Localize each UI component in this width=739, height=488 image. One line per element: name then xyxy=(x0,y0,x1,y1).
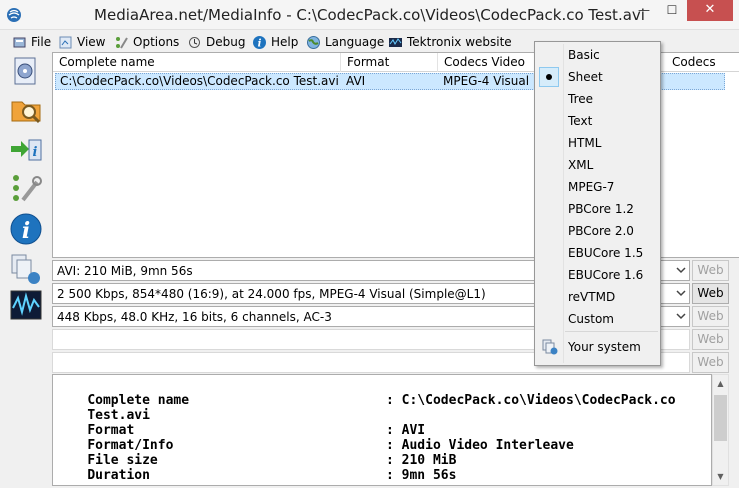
view-option-text[interactable]: Text xyxy=(537,110,658,132)
menu-file-label: File xyxy=(31,35,52,49)
view-option-sheet[interactable]: Sheet xyxy=(537,66,658,88)
video-stream-text: 2 500 Kbps, 854*480 (16:9), at 24.000 fp… xyxy=(57,287,486,301)
title-bar: MediaArea.net/MediaInfo - C:\CodecPack.c… xyxy=(0,0,739,30)
text-web-button[interactable]: Web xyxy=(692,329,729,350)
details-text-view[interactable]: Complete name: C:\CodecPack.co\Videos\Co… xyxy=(52,374,712,486)
left-toolbar: i i xyxy=(6,52,46,488)
system-info-icon[interactable] xyxy=(9,252,43,286)
view-dropdown-menu: Basic Sheet Tree Text HTML XML MPEG-7 PB… xyxy=(534,41,661,366)
menu-separator xyxy=(565,331,658,332)
view-option-ebucore-1-5[interactable]: EBUCore 1.5 xyxy=(537,242,658,264)
view-option-mpeg7[interactable]: MPEG-7 xyxy=(537,176,658,198)
scroll-up-icon[interactable]: ▲ xyxy=(713,375,728,392)
menu-debug-label: Debug xyxy=(206,35,246,49)
scroll-down-icon[interactable]: ▼ xyxy=(713,468,728,485)
preferences-icon[interactable] xyxy=(9,172,43,206)
detail-value: : 210 MiB xyxy=(386,453,457,468)
menu-language-label: Language xyxy=(325,35,385,49)
menu-language[interactable]: Language xyxy=(306,33,384,51)
detail-line: Duration : 9mn 56s xyxy=(56,453,456,483)
view-option-your-system-label: Your system xyxy=(568,340,641,354)
menu-debug[interactable]: Debug xyxy=(187,33,245,51)
detail-line: Complete name: C:\CodecPack.co\Videos\Co… xyxy=(56,378,675,408)
svg-text:i: i xyxy=(22,218,30,244)
tektronix-icon xyxy=(389,37,402,47)
detail-line: File size: 210 MiB xyxy=(56,438,456,468)
view-option-tree[interactable]: Tree xyxy=(537,88,658,110)
window-title: MediaArea.net/MediaInfo - C:\CodecPack.c… xyxy=(94,6,645,24)
menu-help[interactable]: i Help xyxy=(252,33,298,51)
radio-selected-icon xyxy=(539,67,559,87)
menu-file[interactable]: File xyxy=(12,33,51,51)
general-stream-text: AVI: 210 MiB, 9mn 56s xyxy=(57,264,193,278)
view-option-revtmd[interactable]: reVTMD xyxy=(537,286,658,308)
svg-text:i: i xyxy=(258,38,262,49)
menu-help-label: Help xyxy=(271,35,299,49)
detail-line: Format: AVI xyxy=(56,408,425,438)
detail-label: Duration xyxy=(87,468,150,483)
chevron-down-icon xyxy=(676,267,686,274)
export-icon[interactable]: i xyxy=(9,132,43,166)
detail-value: : Audio Video Interleave xyxy=(386,438,574,453)
menu-options-label: Options xyxy=(133,35,180,49)
detail-value: : 9mn 56s xyxy=(386,468,457,483)
view-option-custom[interactable]: Custom xyxy=(537,308,658,330)
audio-stream-text: 448 Kbps, 48.0 KHz, 16 bits, 6 channels,… xyxy=(57,310,332,324)
system-info-icon xyxy=(542,339,558,355)
view-option-ebucore-1-6[interactable]: EBUCore 1.6 xyxy=(537,264,658,286)
view-option-pbcore-2-0[interactable]: PBCore 2.0 xyxy=(537,220,658,242)
general-web-button[interactable]: Web xyxy=(692,260,729,281)
tektronix-logo-icon[interactable] xyxy=(9,288,43,322)
view-option-sheet-label: Sheet xyxy=(568,70,603,84)
column-codecs[interactable]: Codecs xyxy=(658,53,739,72)
column-complete-name[interactable]: Complete name xyxy=(53,53,341,72)
view-option-html[interactable]: HTML xyxy=(537,132,658,154)
menu-view[interactable]: View xyxy=(58,33,105,51)
file-icon xyxy=(13,37,26,47)
svg-text:i: i xyxy=(33,145,38,160)
detail-value: : C:\CodecPack.co\Videos\CodecPack.co xyxy=(386,393,676,408)
help-icon: i xyxy=(253,35,266,49)
minimize-button[interactable]: — xyxy=(630,0,658,21)
menu-tektronix-label: Tektronix website xyxy=(407,35,512,49)
audio-web-button[interactable]: Web xyxy=(692,306,729,327)
view-option-basic[interactable]: Basic xyxy=(537,44,658,66)
other-web-button[interactable]: Web xyxy=(692,352,729,373)
globe-icon xyxy=(307,35,320,49)
menu-tektronix-website[interactable]: Tektronix website xyxy=(388,33,512,51)
view-option-your-system[interactable]: Your system xyxy=(537,336,658,358)
open-file-icon[interactable] xyxy=(9,54,43,88)
close-button[interactable]: ✕ xyxy=(687,0,733,21)
view-option-pbcore-1-2[interactable]: PBCore 1.2 xyxy=(537,198,658,220)
view-option-xml[interactable]: XML xyxy=(537,154,658,176)
view-icon xyxy=(59,36,72,48)
detail-value: : AVI xyxy=(386,423,426,438)
detail-line: Test.avi xyxy=(56,393,150,423)
open-folder-icon[interactable] xyxy=(9,92,43,126)
scroll-thumb[interactable] xyxy=(714,395,727,441)
maximize-button[interactable]: ☐ xyxy=(658,0,686,21)
about-info-icon[interactable]: i xyxy=(9,212,43,246)
menu-options[interactable]: Options xyxy=(114,33,179,51)
cell-codecs-video: MPEG-4 Visual xyxy=(443,74,530,88)
detail-line: Format/Info: Audio Video Interleave xyxy=(56,423,574,453)
cell-complete-name: C:\CodecPack.co\Videos\CodecPack.co Test… xyxy=(60,74,339,88)
chevron-down-icon xyxy=(676,313,686,320)
chevron-down-icon xyxy=(676,290,686,297)
debug-icon xyxy=(189,36,200,48)
options-icon xyxy=(116,36,128,49)
video-web-button[interactable]: Web xyxy=(692,283,729,304)
details-scrollbar[interactable]: ▲ ▼ xyxy=(712,374,729,486)
column-format[interactable]: Format xyxy=(341,53,438,72)
menu-view-label: View xyxy=(77,35,106,49)
cell-format: AVI xyxy=(346,74,366,88)
